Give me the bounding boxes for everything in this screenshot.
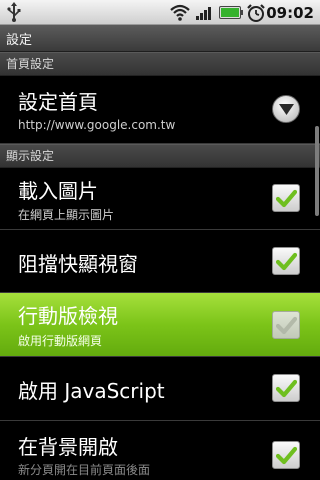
- wifi-icon: [170, 4, 190, 21]
- title-bar: 設定: [0, 25, 320, 52]
- scrollbar[interactable]: [315, 126, 319, 216]
- pref-summary: http://www.google.com.tw: [18, 118, 176, 132]
- pref-summary: 啟用行動版網頁: [18, 334, 103, 348]
- pref-summary: 在網頁上顯示圖片: [18, 208, 115, 222]
- page-title: 設定: [6, 33, 33, 48]
- category-header-display: 顯示設定: [0, 144, 320, 168]
- dropdown-icon[interactable]: [272, 95, 300, 123]
- pref-title: 載入圖片: [18, 179, 98, 203]
- status-bar: 09:02: [0, 0, 320, 25]
- usb-icon: [7, 2, 21, 22]
- clock-time: 09:02: [266, 4, 314, 22]
- signal-icon: [196, 7, 211, 20]
- pref-title: 設定首頁: [18, 90, 98, 114]
- checkbox-enable-javascript[interactable]: [272, 374, 300, 402]
- pref-item-load-images[interactable]: 載入圖片 在網頁上顯示圖片: [0, 168, 320, 230]
- checkbox-open-in-background[interactable]: [272, 441, 300, 469]
- pref-title: 啟用 JavaScript: [18, 379, 165, 403]
- pref-item-block-popups[interactable]: 阻擋快顯視窗: [0, 230, 320, 293]
- category-header-home: 首頁設定: [0, 52, 320, 76]
- battery-icon: [219, 6, 243, 19]
- pref-title: 在背景開啟: [18, 435, 118, 459]
- alarm-icon: [247, 4, 265, 22]
- pref-title: 行動版檢視: [18, 304, 118, 328]
- pref-item-open-in-background[interactable]: 在背景開啟 新分頁開在目前頁面後面: [0, 421, 320, 480]
- pref-summary: 新分頁開在目前頁面後面: [18, 463, 151, 477]
- settings-list[interactable]: 首頁設定 設定首頁 http://www.google.com.tw 顯示設定 …: [0, 52, 320, 480]
- checkbox-mobile-view[interactable]: [272, 311, 300, 339]
- pref-title: 阻擋快顯視窗: [18, 252, 138, 276]
- checkbox-block-popups[interactable]: [272, 247, 300, 275]
- checkbox-load-images[interactable]: [272, 184, 300, 212]
- pref-item-mobile-view[interactable]: 行動版檢視 啟用行動版網頁: [0, 293, 320, 357]
- pref-item-enable-javascript[interactable]: 啟用 JavaScript: [0, 357, 320, 421]
- pref-item-set-homepage[interactable]: 設定首頁 http://www.google.com.tw: [0, 76, 320, 144]
